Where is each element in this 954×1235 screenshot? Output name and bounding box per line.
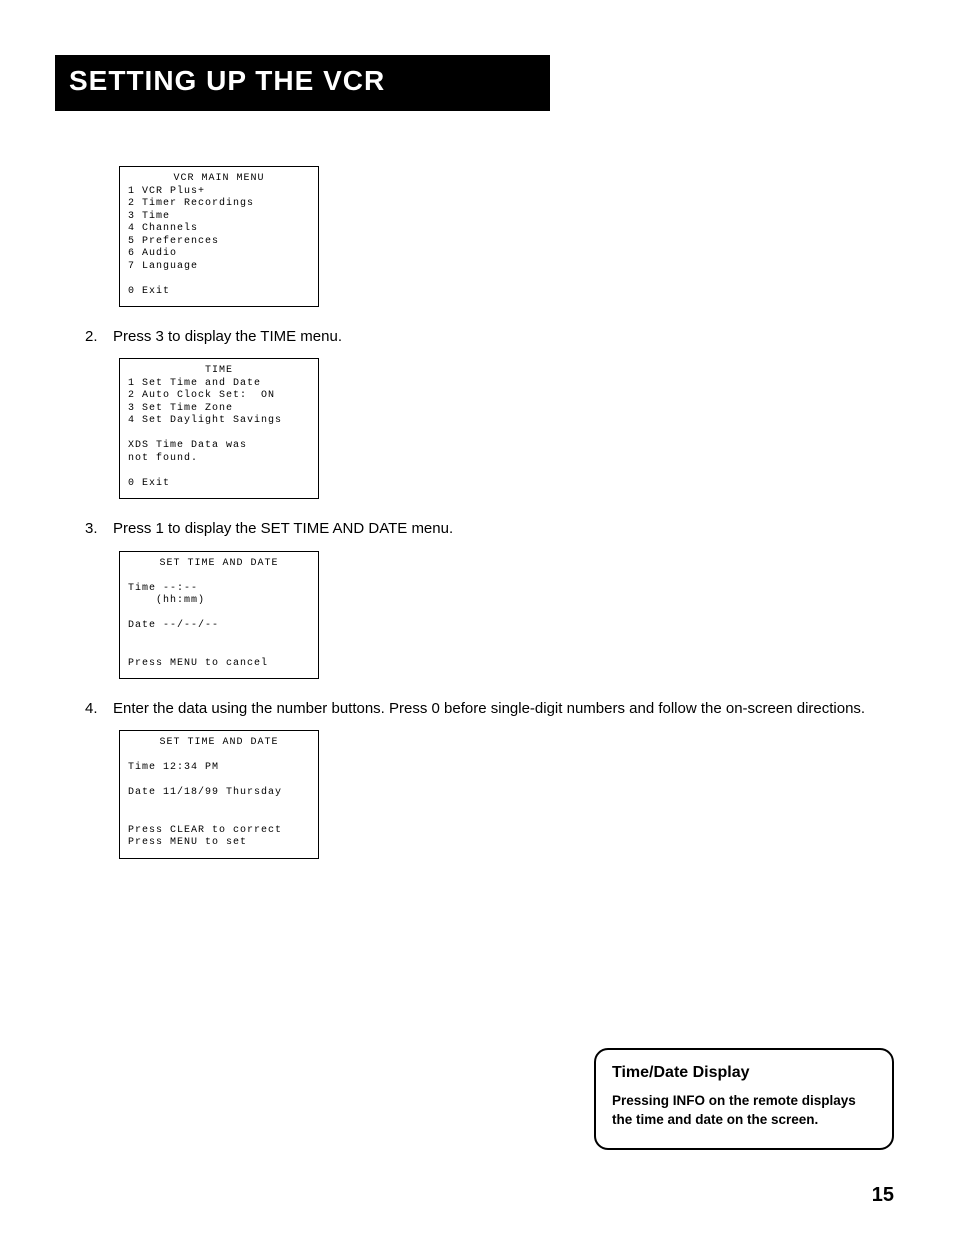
screen3-line1: Time --:-- [128,583,198,594]
step-2-number: 2. [85,325,113,348]
screen3-line2: (hh:mm) [128,595,205,606]
screen2-line3: 3 Set Time Zone [128,403,233,414]
screen1-exit: 0 Exit [128,286,170,297]
screen2-line1: 1 Set Time and Date [128,378,261,389]
screen1-title: VCR MAIN MENU [128,173,310,186]
screen2-line2: 2 Auto Clock Set: ON [128,390,275,401]
screen2-title: TIME [128,365,310,378]
time-menu-screen: TIME1 Set Time and Date 2 Auto Clock Set… [119,358,319,499]
step-3-text: Press 1 to display the SET TIME AND DATE… [113,517,894,540]
set-time-date-filled-screen: SET TIME AND DATE Time 12:34 PM Date 11/… [119,730,319,859]
step-3-number: 3. [85,517,113,540]
screen2-line4: 4 Set Daylight Savings [128,415,282,426]
step-4: 4. Enter the data using the number butto… [85,697,894,720]
screen1-line2: 2 Timer Recordings [128,198,254,209]
screen2-msg2: not found. [128,453,198,464]
step-4-text: Enter the data using the number buttons.… [113,697,894,720]
screen1-line5: 5 Preferences [128,236,219,247]
screen1-line4: 4 Channels [128,223,198,234]
screen4-msg1: Press CLEAR to correct [128,825,282,836]
screen1-line3: 3 Time [128,211,170,222]
screen1-line6: 6 Audio [128,248,177,259]
screen4-title: SET TIME AND DATE [128,737,310,750]
screen2-msg1: XDS Time Data was [128,440,247,451]
page-number: 15 [872,1184,894,1207]
screen4-msg2: Press MENU to set [128,837,247,848]
info-callout: Time/Date Display Pressing INFO on the r… [594,1048,894,1150]
callout-title: Time/Date Display [612,1064,876,1082]
section-header: Setting Up the VCR [55,55,550,111]
screen3-title: SET TIME AND DATE [128,558,310,571]
callout-body: Pressing INFO on the remote displays the… [612,1092,876,1130]
set-time-date-blank-screen: SET TIME AND DATE Time --:-- (hh:mm) Dat… [119,551,319,680]
main-content: VCR MAIN MENU1 VCR Plus+ 2 Timer Recordi… [55,111,894,859]
step-4-number: 4. [85,697,113,720]
section-header-text: Setting Up the VCR [69,65,385,96]
screen2-exit: 0 Exit [128,478,170,489]
screen1-line1: 1 VCR Plus+ [128,186,205,197]
screen4-line1: Time 12:34 PM [128,762,219,773]
screen1-line7: 7 Language [128,261,198,272]
screen3-msg1: Press MENU to cancel [128,658,268,669]
screen4-line2: Date 11/18/99 Thursday [128,787,282,798]
step-2: 2. Press 3 to display the TIME menu. [85,325,894,348]
step-2-text: Press 3 to display the TIME menu. [113,325,894,348]
vcr-main-menu-screen: VCR MAIN MENU1 VCR Plus+ 2 Timer Recordi… [119,166,319,307]
step-3: 3. Press 1 to display the SET TIME AND D… [85,517,894,540]
screen3-line3: Date --/--/-- [128,620,219,631]
